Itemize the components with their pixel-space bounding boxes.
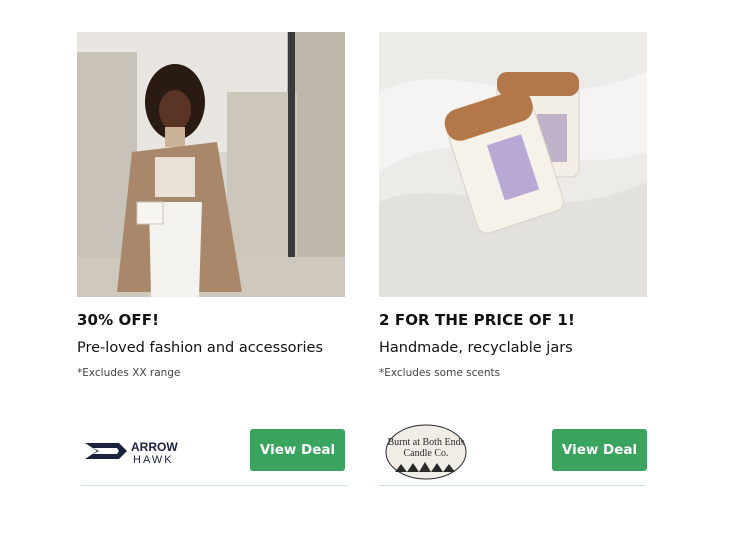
deal-footer-fashion: ARROW HAWK View Deal	[77, 429, 347, 486]
arrowhawk-logo-icon: ARROW HAWK	[85, 440, 178, 466]
view-deal-button[interactable]: View Deal	[552, 429, 647, 471]
view-deal-button[interactable]: View Deal	[250, 429, 345, 471]
burnt-candle-logo-icon: Burnt at Both Ends Candle Co.	[385, 424, 467, 480]
deal-fineprint: *Excludes XX range	[77, 367, 181, 379]
burnt-candle-logo: Burnt at Both Ends Candle Co.	[385, 423, 467, 481]
divider	[379, 485, 645, 486]
deal-headline: 30% OFF!	[77, 311, 160, 329]
svg-text:ARROW: ARROW	[131, 440, 178, 454]
deal-description: Handmade, recyclable jars	[379, 340, 573, 356]
fashion-photo	[77, 32, 345, 297]
deal-card-candles: 2 FOR THE PRICE OF 1! Handmade, recyclab…	[379, 32, 647, 379]
deal-footer-candles: Burnt at Both Ends Candle Co. View Deal	[379, 424, 647, 486]
divider	[81, 485, 347, 486]
deal-headline: 2 FOR THE PRICE OF 1!	[379, 311, 575, 329]
svg-text:HAWK: HAWK	[133, 454, 174, 466]
candle-photo	[379, 32, 647, 297]
svg-text:Candle Co.: Candle Co.	[404, 448, 449, 459]
svg-text:Burnt at Both Ends: Burnt at Both Ends	[388, 437, 465, 448]
deal-fineprint: *Excludes some scents	[379, 367, 501, 379]
deal-description: Pre-loved fashion and accessories	[77, 340, 324, 356]
arrowhawk-logo: ARROW HAWK	[83, 437, 203, 467]
deal-card-fashion: 30% OFF! Pre-loved fashion and accessori…	[77, 32, 345, 379]
